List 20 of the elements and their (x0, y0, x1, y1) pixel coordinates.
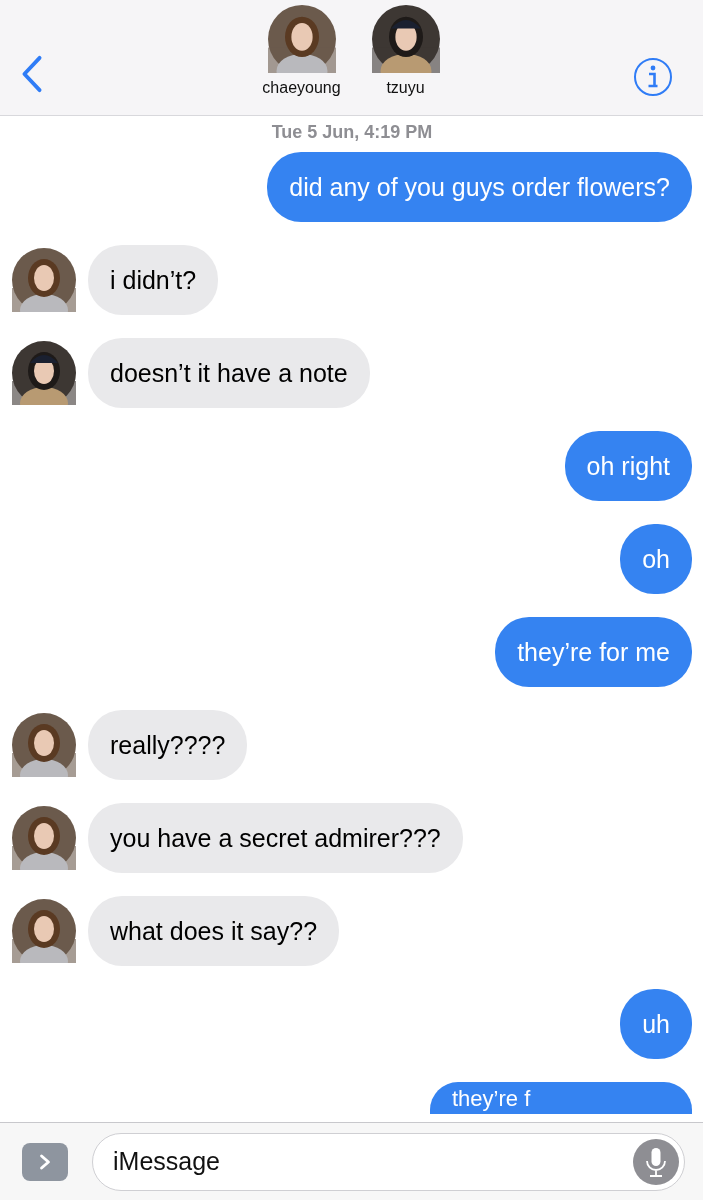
message-bubble: really???? (88, 710, 248, 780)
microphone-icon[interactable] (633, 1138, 679, 1185)
message-bubble: oh right (564, 431, 692, 501)
apps-button[interactable] (22, 1142, 68, 1181)
chevron-icon (39, 1152, 51, 1171)
message-bubble: you have a secret admirer??? (88, 803, 463, 873)
message-bubble: they’re for me (495, 617, 692, 687)
participant-name: chaeyoung (262, 79, 341, 97)
timestamp: Tue 5 Jun, 4:19 PM (270, 122, 434, 143)
info-button[interactable] (633, 57, 673, 97)
back-button[interactable] (20, 55, 44, 93)
message-bubble: did any of you guys order flowers? (267, 152, 692, 222)
message-bubble: uh (620, 989, 692, 1059)
participant-name: tzuyu (386, 79, 425, 97)
message-bubble: they’re f (430, 1082, 692, 1114)
message-bubble: i didn’t? (88, 245, 219, 315)
message-bubble: oh (620, 524, 692, 594)
message-bubble: what does it say?? (88, 896, 340, 966)
message-field[interactable]: iMessage (92, 1132, 685, 1191)
message-bubble: doesn’t it have a note (88, 338, 370, 408)
